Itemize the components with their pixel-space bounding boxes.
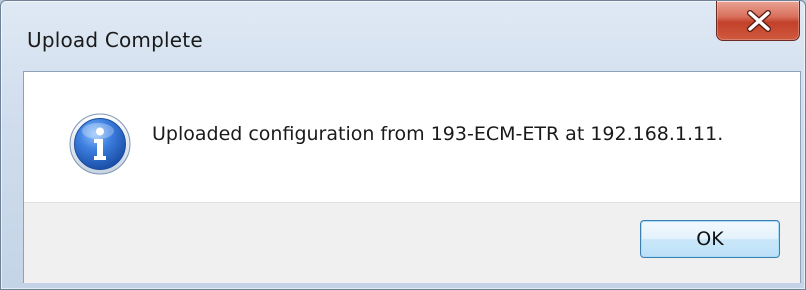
close-icon bbox=[747, 10, 771, 32]
button-bar: OK bbox=[24, 202, 800, 283]
upload-complete-dialog: Upload Complete Uploaded configuration f… bbox=[0, 0, 806, 290]
title-bar[interactable]: Upload Complete bbox=[1, 1, 806, 73]
ok-button[interactable]: OK bbox=[640, 220, 780, 258]
close-button[interactable] bbox=[716, 1, 800, 41]
dialog-client-area: Uploaded configuration from 193-ECM-ETR … bbox=[23, 71, 801, 283]
dialog-title: Upload Complete bbox=[27, 28, 203, 52]
info-icon bbox=[69, 113, 131, 175]
dialog-message: Uploaded configuration from 193-ECM-ETR … bbox=[152, 123, 724, 145]
message-area: Uploaded configuration from 193-ECM-ETR … bbox=[24, 72, 800, 202]
